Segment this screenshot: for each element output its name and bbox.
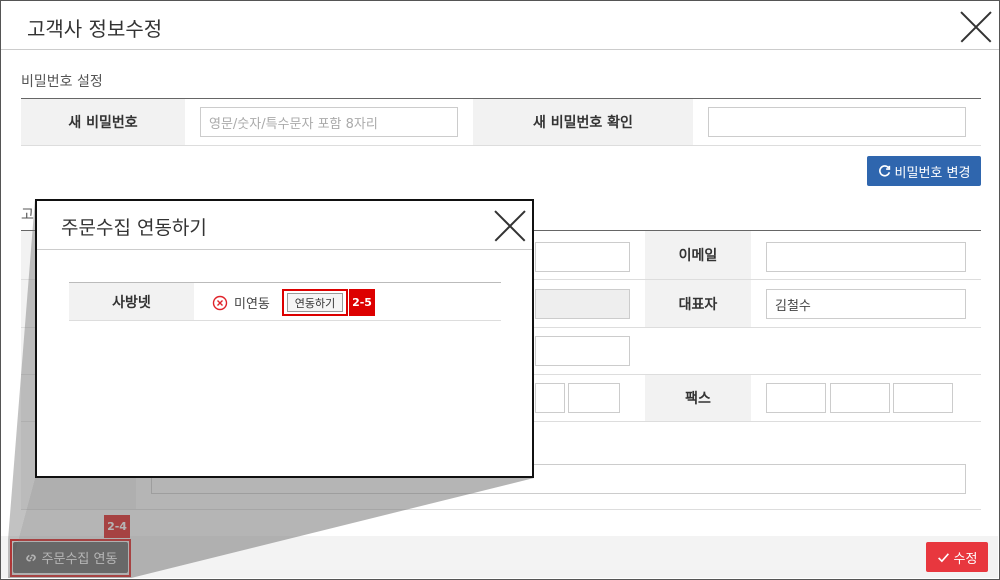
new-password-label: 새 비밀번호 [21,99,185,145]
fax-label: 팩스 [645,375,751,421]
fax-input-1[interactable] [766,383,826,413]
confirm-password-input[interactable] [708,107,966,137]
sabangnet-label: 사방넷 [69,283,194,320]
refresh-icon [878,164,890,176]
info-section-label: 고 [21,207,34,223]
connect-button[interactable]: 연동하기 [287,293,343,312]
check-icon [937,552,949,562]
order-link-button[interactable]: 주문수집 연동 [13,542,128,573]
order-link-popup: 주문수집 연동하기 사방넷 미연동 연동하기 2-5 [35,199,534,478]
phone-input-2[interactable] [535,383,565,413]
dialog-footer [1,536,998,578]
confirm-password-label: 새 비밀번호 확인 [473,99,693,145]
link-status: 미연동 [212,293,270,312]
popup-title: 주문수집 연동하기 [61,217,207,239]
fax-input-2[interactable] [830,383,890,413]
callout-badge-2-4: 2-4 [104,515,130,538]
order-link-label: 주문수집 연동 [41,552,118,567]
popup-table-bottom [69,320,501,321]
phone-input-3[interactable] [568,383,620,413]
email-label: 이메일 [645,231,751,279]
callout-badge-2-5: 2-5 [349,289,375,316]
row1-left-input[interactable] [535,242,630,272]
error-circle-icon [212,295,228,310]
email-input[interactable] [766,242,966,272]
fax-input-3[interactable] [893,383,953,413]
ceo-input[interactable]: 김철수 [766,289,966,319]
title-divider [1,49,999,50]
dialog-title: 고객사 정보수정 [27,17,163,41]
change-password-label: 비밀번호 변경 [894,165,971,181]
info-table-bottom [21,509,981,510]
link-icon [25,554,36,561]
link-status-text: 미연동 [234,297,270,312]
change-password-button[interactable]: 비밀번호 변경 [867,156,981,186]
submit-label: 수정 [953,551,978,567]
new-password-input[interactable]: 영문/숫자/특수문자 포함 8자리 [200,107,458,137]
row3-input[interactable] [535,336,630,366]
row2-readonly-input [535,289,630,319]
popup-title-divider [37,249,532,250]
popup-close-icon[interactable] [493,209,523,239]
submit-button[interactable]: 수정 [926,542,988,572]
password-table-bottom [21,145,981,146]
dialog-close-icon[interactable] [959,10,993,44]
password-section-label: 비밀번호 설정 [21,74,103,90]
ceo-label: 대표자 [645,280,751,327]
